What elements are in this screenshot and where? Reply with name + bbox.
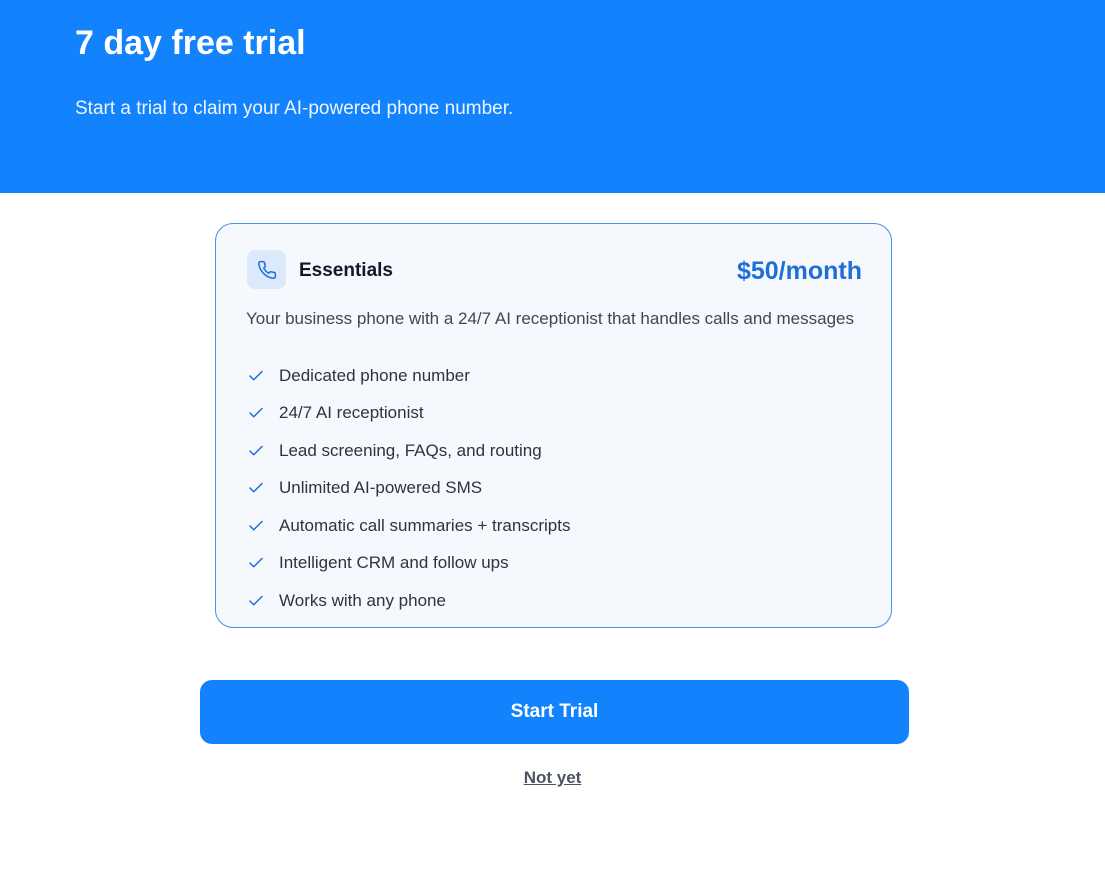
- page-subtitle: Start a trial to claim your AI-powered p…: [75, 98, 514, 119]
- checkmark-icon: [246, 553, 266, 573]
- phone-icon: [247, 250, 286, 289]
- feature-label: Lead screening, FAQs, and routing: [279, 440, 542, 460]
- feature-item: Works with any phone: [246, 582, 570, 620]
- plan-card: Essentials $50/month Your business phone…: [215, 223, 892, 628]
- feature-item: Unlimited AI-powered SMS: [246, 470, 570, 508]
- feature-item: Lead screening, FAQs, and routing: [246, 432, 570, 470]
- feature-label: Automatic call summaries + transcripts: [279, 515, 571, 535]
- plan-name: Essentials: [299, 260, 393, 281]
- checkmark-icon: [246, 478, 266, 498]
- feature-item: Intelligent CRM and follow ups: [246, 545, 570, 583]
- not-yet-link[interactable]: Not yet: [0, 767, 1105, 789]
- feature-label: Works with any phone: [279, 590, 446, 610]
- feature-item: Dedicated phone number: [246, 357, 570, 395]
- plan-description: Your business phone with a 24/7 AI recep…: [246, 309, 854, 328]
- feature-item: Automatic call summaries + transcripts: [246, 507, 570, 545]
- checkmark-icon: [246, 403, 266, 423]
- checkmark-icon: [246, 366, 266, 386]
- feature-label: Unlimited AI-powered SMS: [279, 478, 483, 498]
- start-trial-button[interactable]: Start Trial: [200, 680, 909, 744]
- plan-price: $50/month: [736, 257, 862, 285]
- feature-label: Dedicated phone number: [279, 365, 470, 385]
- feature-label: 24/7 AI receptionist: [279, 403, 424, 423]
- checkmark-icon: [246, 441, 266, 461]
- hero-banner: 7 day free trial Start a trial to claim …: [0, 0, 1105, 193]
- page-title: 7 day free trial: [75, 24, 306, 62]
- checkmark-icon: [246, 591, 266, 611]
- feature-list: Dedicated phone number 24/7 AI reception…: [246, 357, 570, 620]
- feature-label: Intelligent CRM and follow ups: [279, 553, 509, 573]
- feature-item: 24/7 AI receptionist: [246, 395, 570, 433]
- checkmark-icon: [246, 516, 266, 536]
